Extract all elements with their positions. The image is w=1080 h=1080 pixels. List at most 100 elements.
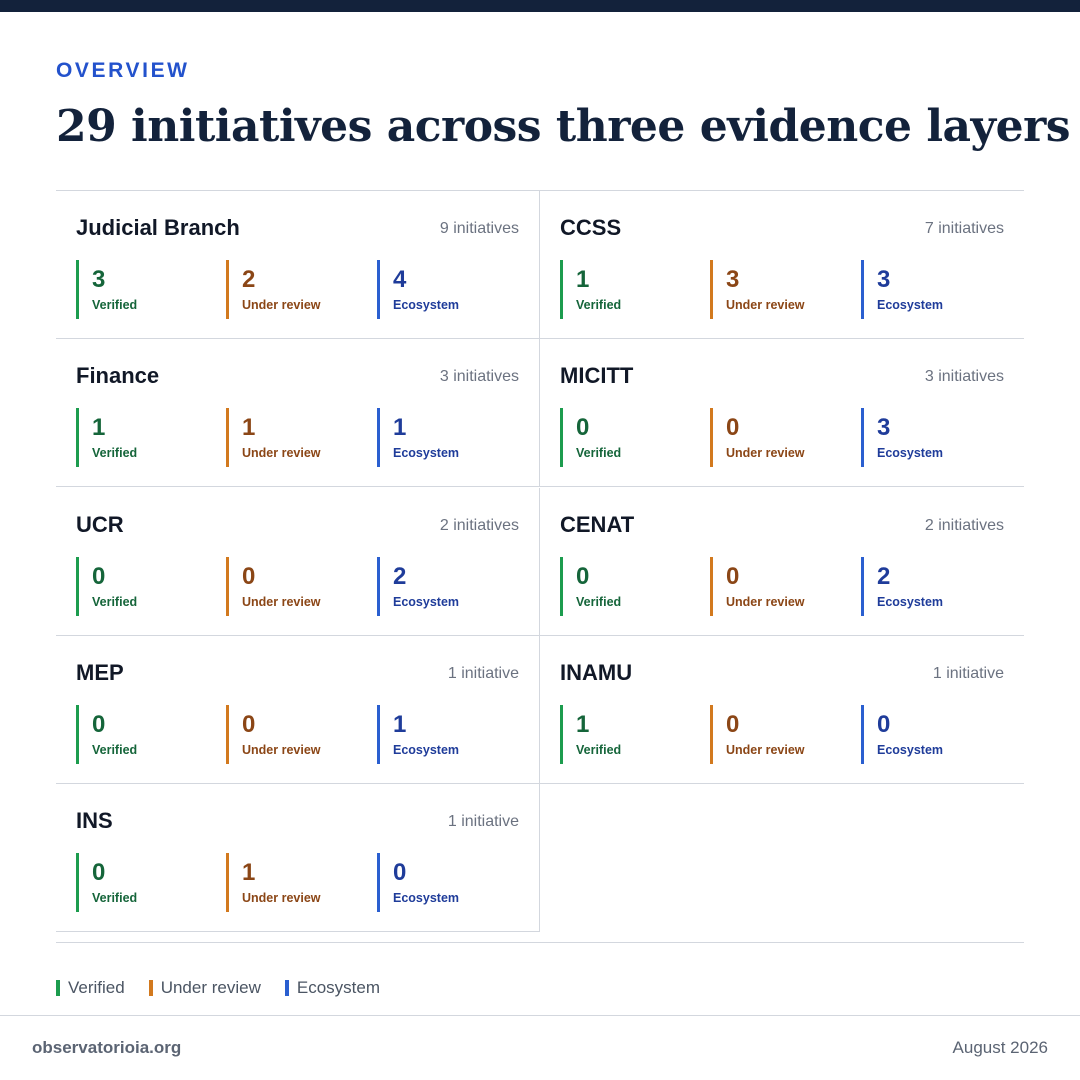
legend-swatch-under-review	[148, 980, 153, 996]
under-review-stat: 0 Under review	[226, 705, 356, 764]
under-review-label: Under review	[242, 446, 321, 460]
ecosystem-value: 3	[877, 414, 891, 441]
legend: Verified Under review Ecosystem	[56, 978, 404, 998]
under-review-label: Under review	[726, 595, 805, 609]
ecosystem-value: 1	[393, 414, 407, 441]
initiative-count: 1 initiative	[447, 813, 519, 830]
under-review-stat: 0 Under review	[710, 705, 840, 764]
under-review-stat: 0 Under review	[710, 557, 840, 616]
verified-label: Verified	[92, 743, 138, 757]
under-review-value: 3	[726, 266, 740, 293]
ecosystem-label: Ecosystem	[877, 743, 944, 757]
under-review-label: Under review	[726, 298, 805, 312]
institution-card: UCR 2 initiatives 0 Verified 0 Under revie…	[56, 488, 540, 636]
legend-swatch-ecosystem	[284, 980, 289, 996]
verified-label: Verified	[576, 298, 622, 312]
ecosystem-label: Ecosystem	[393, 595, 460, 609]
legend-swatch-verified	[56, 980, 60, 996]
ecosystem-value: 0	[393, 859, 407, 886]
under-review-value: 0	[726, 563, 740, 590]
verified-label: Verified	[92, 298, 138, 312]
legend-label: Ecosystem	[296, 978, 380, 997]
verified-label: Verified	[92, 595, 138, 609]
ecosystem-stat: 1 Ecosystem	[377, 705, 507, 764]
ecosystem-stat: 1 Ecosystem	[377, 408, 507, 467]
institution-name: MEP	[76, 660, 124, 685]
verified-stat: 1 Verified	[560, 705, 690, 764]
ecosystem-stat: 3 Ecosystem	[861, 408, 991, 467]
initiative-count: 2 initiatives	[924, 517, 1004, 534]
ecosystem-value: 2	[877, 563, 891, 590]
ecosystem-stat: 2 Ecosystem	[377, 557, 507, 616]
initiative-count: 9 initiatives	[439, 220, 519, 237]
initiative-count: 3 initiatives	[439, 368, 519, 385]
under-review-stat: 3 Under review	[710, 260, 840, 319]
under-review-value: 0	[242, 711, 256, 738]
under-review-label: Under review	[242, 595, 321, 609]
page-title: 29 initiatives across three evidence lay…	[56, 101, 1071, 152]
under-review-label: Under review	[242, 891, 321, 905]
top-accent-bar	[0, 0, 1080, 12]
verified-value: 0	[92, 711, 106, 738]
institution-card: CCSS 7 initiatives 1 Verified 3 Under revi…	[540, 191, 1024, 339]
under-review-label: Under review	[242, 298, 321, 312]
ecosystem-label: Ecosystem	[393, 891, 460, 905]
verified-value: 1	[92, 414, 106, 441]
institution-name: INS	[76, 808, 113, 833]
institution-card: INS 1 initiative 0 Verified 1 Under review…	[56, 784, 540, 932]
ecosystem-label: Ecosystem	[877, 298, 944, 312]
initiative-count: 7 initiatives	[924, 220, 1004, 237]
ecosystem-stat: 2 Ecosystem	[861, 557, 991, 616]
institution-card: Finance 3 initiatives 1 Verified 1 Under r…	[56, 339, 540, 487]
verified-label: Verified	[576, 595, 622, 609]
under-review-value: 1	[242, 414, 256, 441]
legend-label: Verified	[68, 978, 125, 997]
institution-card: MEP 1 initiative 0 Verified 0 Under review…	[56, 636, 540, 784]
under-review-value: 0	[242, 563, 256, 590]
verified-label: Verified	[92, 446, 138, 460]
institution-name: INAMU	[560, 660, 633, 685]
verified-value: 0	[92, 859, 106, 886]
institution-name: CCSS	[560, 215, 622, 240]
ecosystem-value: 1	[393, 711, 407, 738]
under-review-label: Under review	[726, 743, 805, 757]
under-review-value: 0	[726, 414, 740, 441]
verified-value: 3	[92, 266, 106, 293]
legend-item-verified: Verified	[56, 978, 125, 998]
section-eyebrow: OVERVIEW	[56, 59, 190, 82]
verified-stat: 0 Verified	[76, 705, 206, 764]
verified-stat: 1 Verified	[76, 408, 206, 467]
under-review-stat: 2 Under review	[226, 260, 356, 319]
institution-card: MICITT 3 initiatives 0 Verified 0 Under re…	[540, 339, 1024, 487]
initiative-count: 2 initiatives	[439, 517, 519, 534]
ecosystem-label: Ecosystem	[877, 595, 944, 609]
institution-name: Judicial Branch	[76, 215, 240, 240]
verified-label: Verified	[576, 446, 622, 460]
ecosystem-value: 2	[393, 563, 407, 590]
ecosystem-label: Ecosystem	[393, 298, 460, 312]
under-review-value: 1	[242, 859, 256, 886]
institution-name: UCR	[76, 512, 124, 537]
verified-stat: 0 Verified	[76, 853, 206, 912]
legend-item-under-review: Under review	[148, 978, 261, 998]
initiative-count: 1 initiative	[932, 665, 1004, 682]
publication-date: August 2026	[952, 1038, 1048, 1057]
institution-name: CENAT	[560, 512, 635, 537]
under-review-label: Under review	[242, 743, 321, 757]
initiative-count: 1 initiative	[447, 665, 519, 682]
verified-value: 0	[92, 563, 106, 590]
verified-value: 0	[576, 563, 590, 590]
ecosystem-stat: 3 Ecosystem	[861, 260, 991, 319]
ecosystem-label: Ecosystem	[393, 446, 460, 460]
ecosystem-value: 4	[393, 266, 407, 293]
verified-stat: 0 Verified	[76, 557, 206, 616]
initiative-count: 3 initiatives	[924, 368, 1004, 385]
institution-card: INAMU 1 initiative 1 Verified 0 Under revi…	[540, 636, 1024, 784]
institution-card: Judicial Branch 9 initiatives 3 Verified …	[56, 191, 540, 339]
ecosystem-value: 3	[877, 266, 891, 293]
ecosystem-value: 0	[877, 711, 891, 738]
under-review-value: 2	[242, 266, 256, 293]
legend-item-ecosystem: Ecosystem	[284, 978, 380, 998]
legend-label: Under review	[160, 978, 261, 997]
under-review-stat: 0 Under review	[226, 557, 356, 616]
